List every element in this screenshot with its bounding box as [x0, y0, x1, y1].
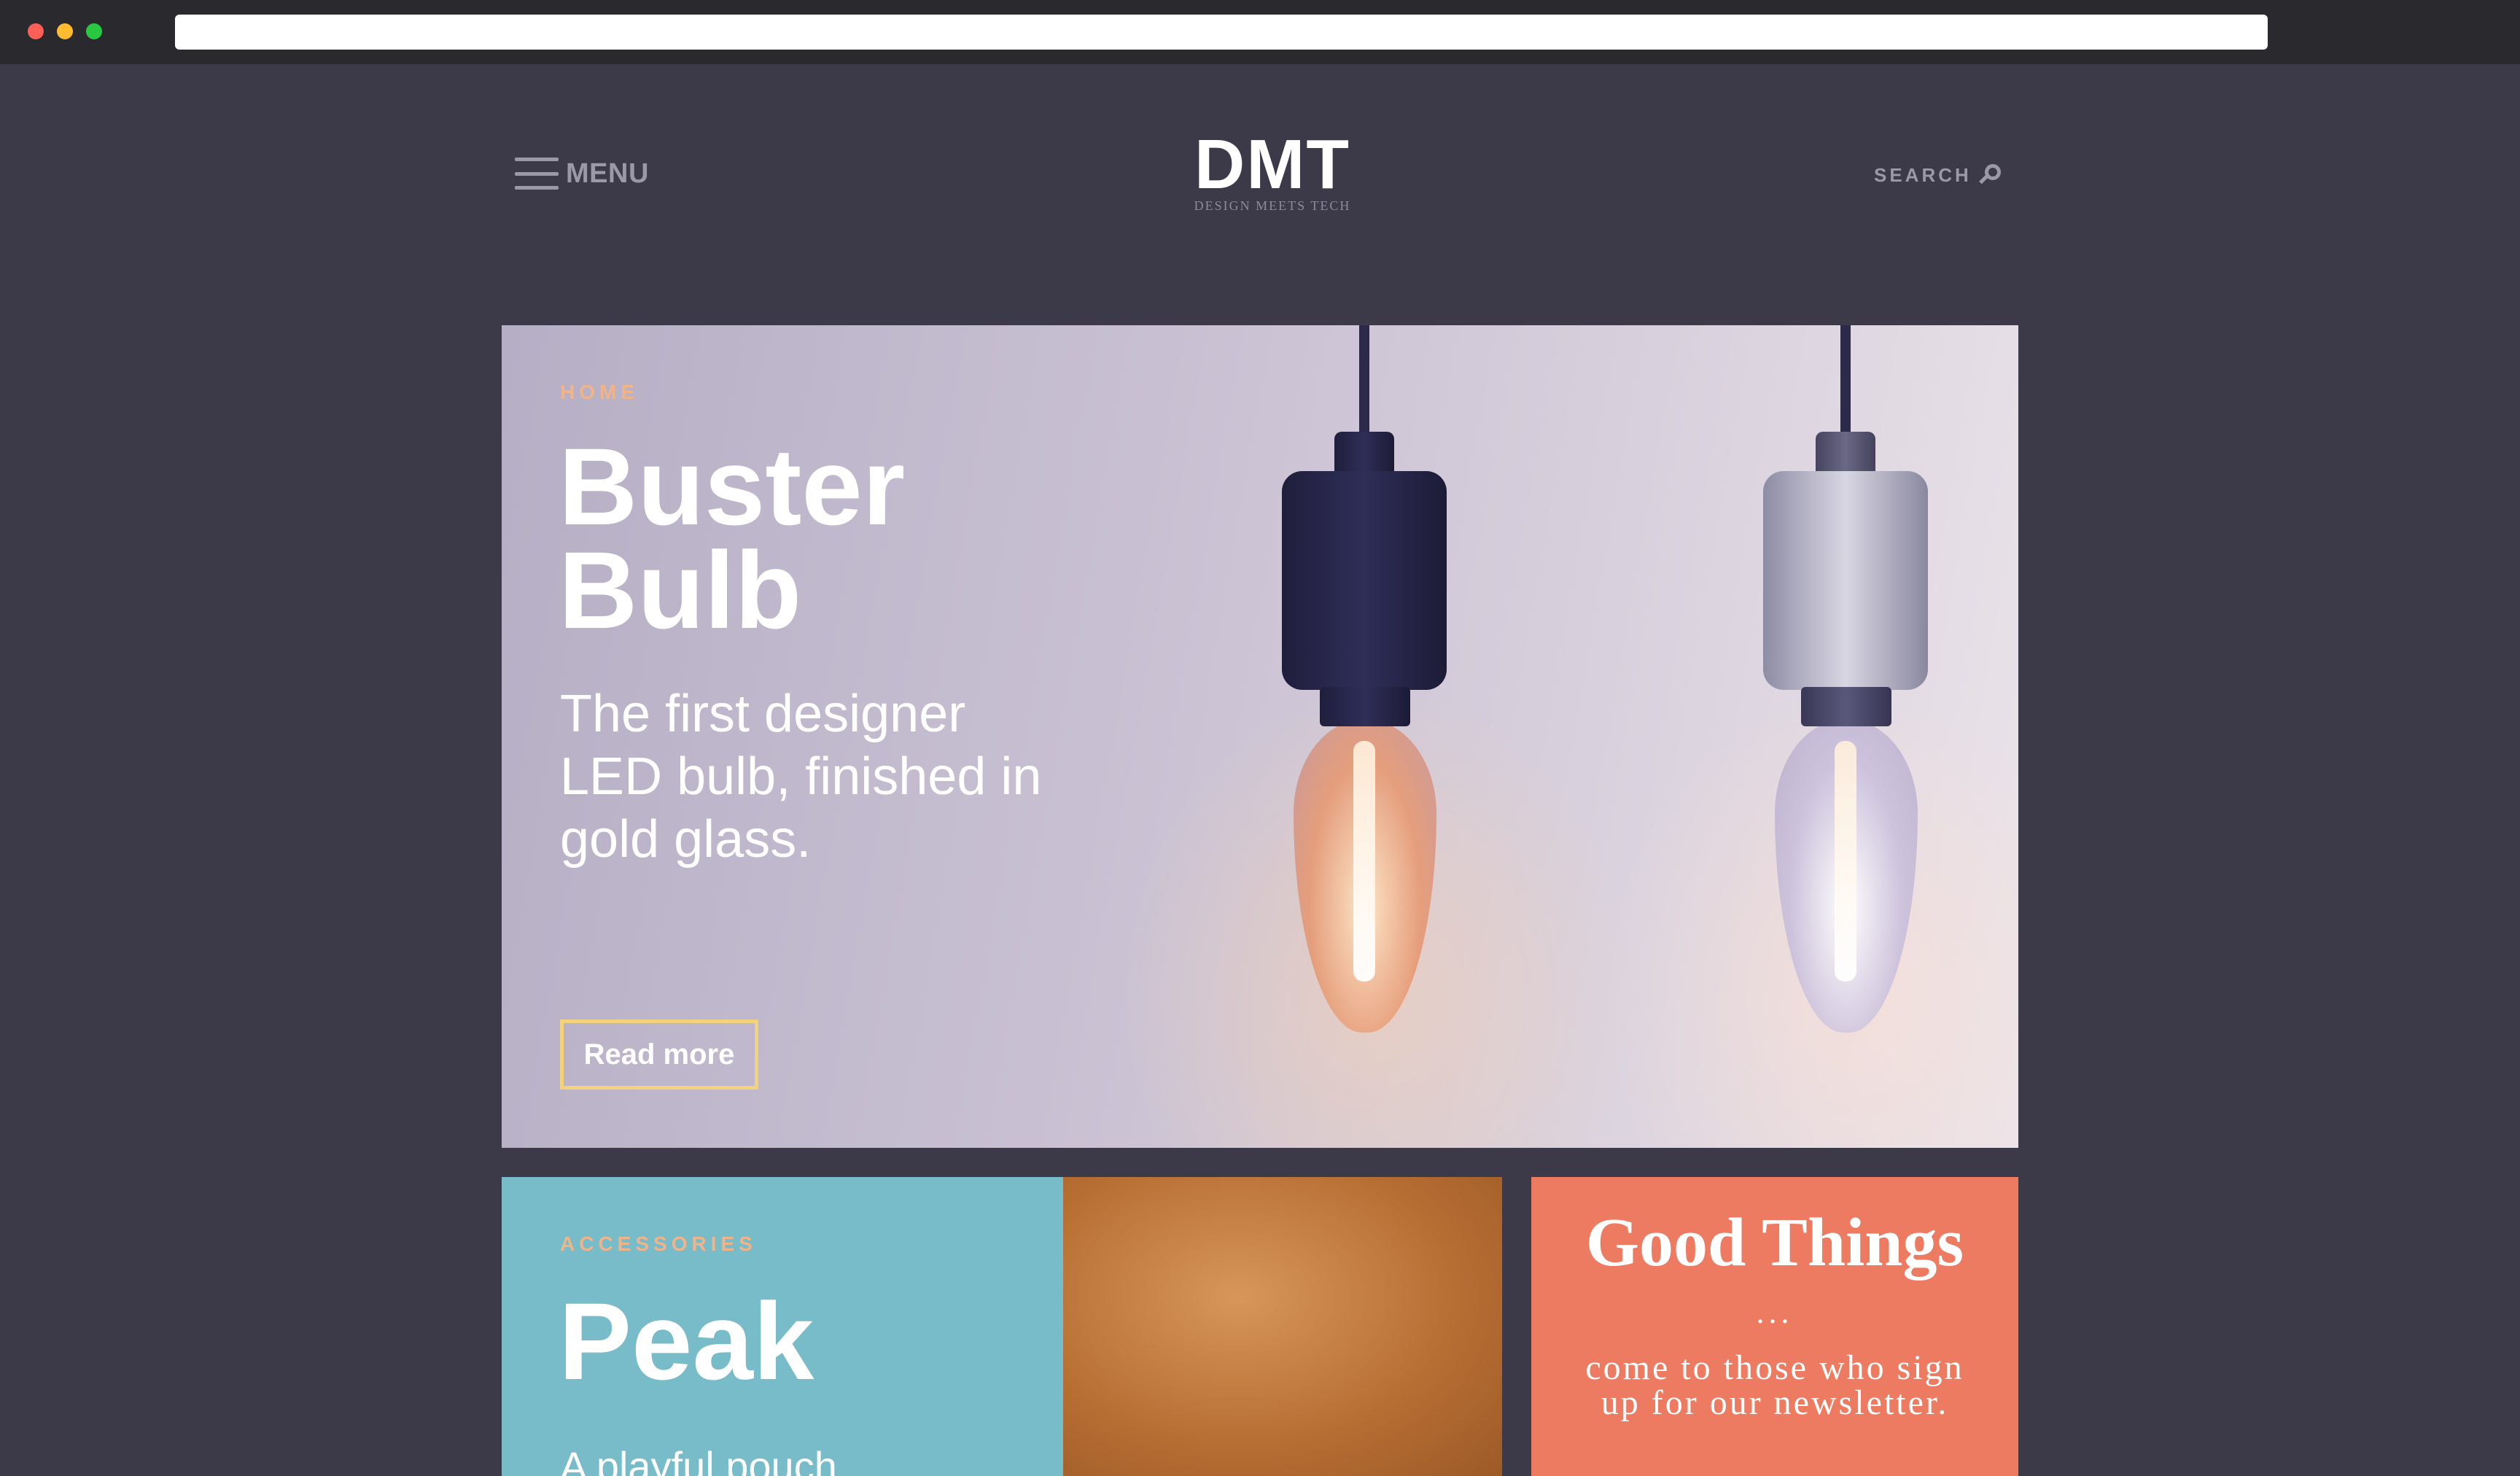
hero-category-link[interactable]: HOME: [560, 381, 639, 404]
leather-pouch-image: [1063, 1177, 1502, 1476]
newsletter-subtitle: come to those who sign up for our newsle…: [1585, 1348, 1964, 1422]
accessories-card[interactable]: ACCESSORIES Peak A playful pouch: [502, 1177, 1502, 1476]
browser-chrome: [0, 0, 2520, 64]
minimize-window-button[interactable]: [57, 23, 73, 39]
accessories-card-subtitle: A playful pouch: [560, 1443, 837, 1476]
newsletter-card[interactable]: Good Things ... come to those who sign u…: [1531, 1177, 2018, 1476]
accessories-category-link[interactable]: ACCESSORIES: [560, 1232, 757, 1256]
accessories-card-title[interactable]: Peak: [559, 1286, 814, 1396]
hero-subtitle: The first designer LED bulb, finished in…: [560, 685, 1042, 869]
silver-bulb-image: [1750, 325, 1940, 1148]
menu-label: MENU: [566, 158, 649, 189]
search-icon: [1979, 164, 2001, 186]
newsletter-ellipsis: ...: [1756, 1294, 1794, 1330]
read-more-button[interactable]: Read more: [560, 1019, 758, 1089]
hero-feature-card[interactable]: HOME Buster Bulb The first designer LED …: [502, 325, 2018, 1148]
newsletter-title: Good Things: [1585, 1205, 1964, 1281]
dark-bulb-image: [1269, 325, 1458, 1148]
logo-tagline: DESIGN MEETS TECH: [1194, 198, 1351, 213]
search-label: SEARCH: [1874, 163, 1972, 186]
site-logo[interactable]: DMT DESIGN MEETS TECH: [1167, 130, 1378, 214]
logo-wordmark: DMT: [1194, 125, 1350, 203]
address-bar[interactable]: [175, 15, 2268, 50]
menu-button[interactable]: MENU: [515, 153, 649, 194]
search-button[interactable]: SEARCH: [1874, 160, 2001, 190]
close-window-button[interactable]: [28, 23, 44, 39]
maximize-window-button[interactable]: [86, 23, 102, 39]
hamburger-icon: [515, 156, 559, 191]
hero-title[interactable]: Buster Bulb: [559, 432, 1069, 645]
